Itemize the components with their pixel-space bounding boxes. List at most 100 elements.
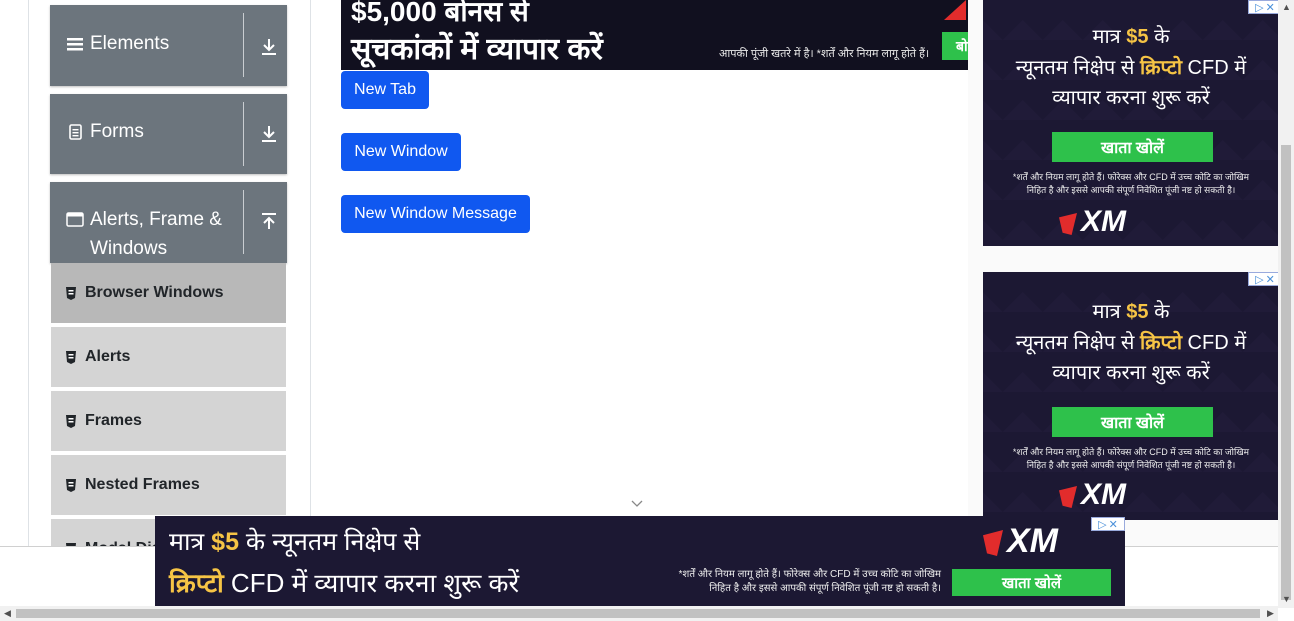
- side-ad-text: CFD में: [1182, 57, 1247, 79]
- sidebar-item-nested-frames[interactable]: Nested Frames: [51, 455, 286, 517]
- side-ad-disclaimer1: *शर्तें और नियम लागू होते हैं। फोरेक्स औ…: [1012, 447, 1250, 457]
- group-alerts-label-line1: Alerts, Frame &: [90, 209, 222, 230]
- group-forms[interactable]: Forms: [50, 94, 287, 174]
- group-alerts-label-line2: Windows: [90, 238, 168, 259]
- download-arrow-icon[interactable]: [260, 124, 278, 144]
- sidebar-item-label: Browser Windows: [85, 284, 224, 301]
- side-ad-line2: न्यूनतम निक्षेप से क्रिप्टो CFD में: [983, 53, 1279, 80]
- sidebar-item-frames[interactable]: Frames: [51, 391, 286, 453]
- vertical-scrollbar[interactable]: ▲ ▼: [1278, 0, 1294, 608]
- side-ad-cta[interactable]: खाता खोलें: [1052, 407, 1213, 437]
- close-icon[interactable]: ✕: [1109, 518, 1118, 531]
- side-ad-line3: व्यापार करना शुरू करें: [1052, 87, 1210, 109]
- side-ad-text: मात्र: [1092, 26, 1127, 48]
- bottom-ad-highlight: क्रिप्टो: [169, 568, 224, 598]
- close-icon[interactable]: ✕: [1266, 1, 1275, 14]
- side-ad-line1: मात्र $5 के: [983, 297, 1279, 324]
- side-ad-text: मात्र: [1092, 301, 1127, 323]
- new-window-message-button[interactable]: New Window Message: [341, 195, 530, 233]
- bottom-ad-amount: $5: [211, 528, 239, 556]
- vertical-scroll-thumb[interactable]: [1281, 145, 1291, 600]
- scroll-up-icon[interactable]: ▲: [1282, 2, 1291, 12]
- page-rail: [28, 0, 29, 621]
- side-ad-text: CFD में: [1182, 332, 1247, 354]
- group-alerts-label-wrap: Alerts, Frame & Windows: [90, 205, 222, 263]
- xm-logo: XM: [1081, 478, 1126, 511]
- group-forms-title: Forms: [66, 117, 144, 146]
- close-icon[interactable]: ✕: [1266, 273, 1275, 286]
- new-window-button[interactable]: New Window: [341, 133, 461, 171]
- horizontal-scrollbar[interactable]: ◀ ▶: [0, 606, 1278, 621]
- document-icon: [69, 124, 82, 140]
- horizontal-scroll-thumb[interactable]: [16, 609, 1260, 618]
- top-ad-line2: सूचकांकों में व्यापार करें: [351, 33, 603, 66]
- sidebar-item-label: Alerts: [85, 348, 131, 365]
- html-icon: [66, 414, 76, 428]
- bottom-ad-disclaimer1: *शर्तें और नियम लागू होते हैं। फोरेक्स औ…: [678, 569, 941, 580]
- bottom-ad-disclaimer2: निहित है और इससे आपकी संपूर्ण निवेशित पू…: [709, 583, 941, 594]
- group-elements-title: Elements: [66, 29, 169, 58]
- ad-choices-icon[interactable]: ▷ ✕: [1248, 0, 1282, 14]
- group-divider: [243, 190, 244, 254]
- bottom-ad-text: CFD में व्यापार करना शुरू करें: [223, 568, 520, 598]
- side-ad-disclaimer1: *शर्तें और नियम लागू होते हैं। फोरेक्स औ…: [1012, 172, 1250, 182]
- top-ad-banner[interactable]: $5,000 बोनस से सूचकांकों में व्यापार करे…: [341, 0, 968, 70]
- top-ad-cta[interactable]: बो: [942, 32, 968, 60]
- xm-logo: XM: [1081, 205, 1126, 238]
- side-ad-disclaimer2: निहित है और इससे आपकी संपूर्ण निवेशित पू…: [1026, 185, 1236, 195]
- list-icon: [67, 38, 83, 51]
- chevron-down-icon[interactable]: [631, 500, 643, 508]
- scroll-down-icon[interactable]: ▼: [1282, 594, 1291, 604]
- html-icon: [66, 478, 76, 492]
- top-ad-line1: $5,000 बोनस से: [351, 0, 529, 27]
- side-ad-cta[interactable]: खाता खोलें: [1052, 132, 1213, 162]
- side-ad-amount: $5: [1126, 301, 1149, 323]
- side-ad-text: न्यूनतम निक्षेप से: [1015, 332, 1140, 354]
- xm-logo: XM: [1007, 522, 1058, 560]
- upload-arrow-icon[interactable]: [260, 212, 278, 232]
- ad-choices-icon[interactable]: ▷ ✕: [1248, 272, 1282, 286]
- side-ad-1[interactable]: मात्र $5 के न्यूनतम निक्षेप से क्रिप्टो …: [983, 0, 1279, 246]
- side-ad-text: के: [1148, 301, 1170, 323]
- side-ad-line1: मात्र $5 के: [983, 22, 1279, 49]
- bottom-ad-line2: क्रिप्टो CFD में व्यापार करना शुरू करें: [169, 564, 519, 600]
- ad-choices-icon[interactable]: ▷ ✕: [1091, 517, 1125, 531]
- new-tab-button[interactable]: New Tab: [341, 71, 429, 109]
- sidebar-item-label: Nested Frames: [85, 476, 200, 493]
- sidebar-border: [310, 0, 311, 540]
- ad-info-icon: ▷: [1255, 273, 1264, 286]
- bottom-ad-cta[interactable]: खाता खोलें: [952, 569, 1111, 596]
- scroll-left-icon[interactable]: ◀: [4, 608, 11, 619]
- sidebar-item-alerts[interactable]: Alerts: [51, 327, 286, 389]
- side-ad-highlight: क्रिप्टो: [1139, 332, 1182, 354]
- side-ad-line3: व्यापार करना शुरू करें: [1052, 362, 1210, 384]
- side-ad-2[interactable]: मात्र $5 के न्यूनतम निक्षेप से क्रिप्टो …: [983, 272, 1279, 520]
- bottom-ad-text: के न्यूनतम निक्षेप से: [238, 528, 421, 556]
- side-ad-disclaimer2: निहित है और इससे आपकी संपूर्ण निवेशित पू…: [1026, 460, 1236, 470]
- bottom-ad-disclaimer: *शर्तें और नियम लागू होते हैं। फोरेक्स औ…: [625, 568, 941, 596]
- scroll-right-icon[interactable]: ▶: [1267, 608, 1274, 619]
- sidebar-item-browser-windows[interactable]: Browser Windows: [51, 263, 286, 325]
- html-icon: [66, 350, 76, 364]
- ad-info-icon: ▷: [1098, 518, 1107, 531]
- group-elements[interactable]: Elements: [50, 5, 287, 86]
- side-ad-text: न्यूनतम निक्षेप से: [1015, 57, 1140, 79]
- html-icon: [66, 286, 76, 300]
- side-ad-text: के: [1148, 26, 1170, 48]
- side-ad-highlight: क्रिप्टो: [1139, 57, 1182, 79]
- group-divider: [243, 13, 244, 77]
- top-ad-disclaimer: आपकी पूंजी खतरे में है। *शर्तें और नियम …: [719, 48, 930, 60]
- group-alerts-title: Alerts, Frame & Windows: [66, 205, 222, 263]
- download-arrow-icon[interactable]: [260, 37, 278, 57]
- group-divider: [243, 102, 244, 166]
- side-ad-line2: न्यूनतम निक्षेप से क्रिप्टो CFD में: [983, 328, 1279, 355]
- bottom-ad-banner[interactable]: मात्र $5 के न्यूनतम निक्षेप से क्रिप्टो …: [155, 516, 1125, 606]
- xm-logo-icon: [944, 0, 966, 20]
- side-ad-amount: $5: [1126, 26, 1149, 48]
- group-alerts-frame-windows[interactable]: Alerts, Frame & Windows: [50, 182, 287, 263]
- bottom-ad-text: मात्र: [169, 528, 212, 556]
- ad-info-icon: ▷: [1255, 1, 1264, 14]
- window-icon: [66, 212, 84, 227]
- bottom-ad-line1: मात्र $5 के न्यूनतम निक्षेप से: [169, 524, 420, 558]
- group-forms-label: Forms: [90, 121, 144, 142]
